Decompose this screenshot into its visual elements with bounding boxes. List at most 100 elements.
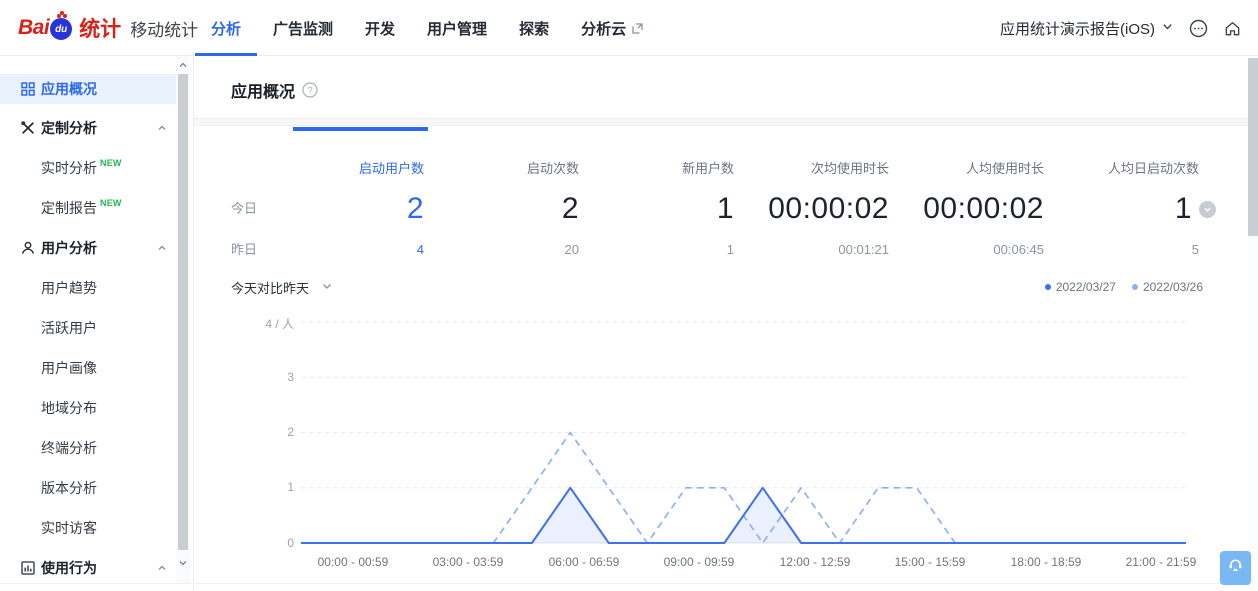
grid-icon	[20, 81, 36, 97]
nav-item-analysis[interactable]: 分析	[195, 0, 257, 56]
app-selector-dropdown[interactable]: 应用统计演示报告(iOS)	[1000, 18, 1174, 39]
sidebar: 应用概况 定制分析 实时分析 NEW 定制报告 NEW	[0, 56, 194, 591]
sidebar-menu: 应用概况 定制分析 实时分析 NEW 定制报告 NEW	[0, 56, 193, 588]
trend-chart-area: 4 / 人 3 2 1 0 00:00 - 00:59 03:00 - 03:5…	[194, 310, 1248, 591]
y-axis-tick: 2	[194, 425, 294, 439]
chevron-up-icon	[156, 242, 168, 254]
sidebar-group-usage-behavior[interactable]: 使用行为	[0, 548, 176, 588]
main-content: 应用概况 ? 今日 昨日 启动用户数 2 4 启动次数 2 20	[194, 56, 1248, 591]
x-axis-tick: 18:00 - 18:59	[988, 555, 1104, 569]
metric-yesterday-value: 00:06:45	[993, 242, 1066, 258]
baidu-du-icon: du	[50, 15, 76, 41]
row-label-yesterday: 昨日	[231, 242, 291, 258]
y-axis-tick: 3	[194, 370, 294, 384]
sidebar-group-custom-analysis[interactable]: 定制分析	[0, 108, 176, 148]
scroll-up-arrow-icon[interactable]	[176, 58, 190, 72]
metric-yesterday-value: 5	[1192, 242, 1221, 258]
chevron-up-icon	[156, 562, 168, 574]
page-title-row: 应用概况 ?	[231, 78, 318, 102]
metric-new-users[interactable]: 新用户数 1 1	[601, 152, 756, 258]
baidu-tongji-logo[interactable]: Bai du 统计 移动统计	[18, 0, 198, 56]
x-axis-tick: 00:00 - 00:59	[295, 555, 411, 569]
sidebar-item-app-overview[interactable]: 应用概况	[0, 74, 176, 104]
metric-avg-user-duration[interactable]: 人均使用时长 00:00:02 00:06:45	[911, 152, 1066, 258]
bottom-divider	[0, 583, 1258, 584]
compare-select-dropdown[interactable]: 今天对比昨天	[231, 278, 333, 297]
help-icon[interactable]: ?	[302, 82, 318, 98]
metric-yesterday-value: 00:01:21	[838, 242, 911, 258]
top-nav: 分析 广告监测 开发 用户管理 探索 分析云	[195, 0, 660, 56]
external-link-icon	[631, 22, 644, 35]
metric-today-value: 00:00:02	[923, 192, 1066, 226]
nav-item-user-mgmt[interactable]: 用户管理	[411, 0, 503, 56]
new-badge: NEW	[100, 198, 122, 208]
sidebar-item-realtime-analysis[interactable]: 实时分析 NEW	[0, 148, 176, 188]
page-title: 应用概况	[231, 78, 295, 102]
sidebar-group-user-analysis[interactable]: 用户分析	[0, 228, 176, 268]
active-metric-indicator	[293, 127, 428, 131]
sidebar-item-user-portrait[interactable]: 用户画像	[0, 348, 176, 388]
y-axis-tick: 4 / 人	[194, 315, 294, 332]
sidebar-item-realtime-visitors[interactable]: 实时访客	[0, 508, 176, 548]
nav-item-ad-monitor[interactable]: 广告监测	[257, 0, 349, 56]
trend-chart-plot	[301, 310, 1186, 550]
app-window: Bai du 统计 移动统计 分析 广告监测 开发 用户管理 探索	[0, 0, 1258, 591]
legend-dot-yesterday	[1132, 284, 1138, 290]
nav-item-develop[interactable]: 开发	[349, 0, 411, 56]
metric-yesterday-value: 20	[565, 242, 601, 258]
chevron-down-icon	[1161, 20, 1174, 37]
row-label-today: 今日	[231, 192, 291, 226]
legend-item-today[interactable]: 2022/03/27	[1045, 280, 1116, 294]
headset-icon	[1226, 556, 1245, 580]
scroll-down-arrow-icon[interactable]	[176, 556, 190, 570]
sidebar-item-custom-report[interactable]: 定制报告 NEW	[0, 188, 176, 228]
x-axis-tick: 03:00 - 03:59	[410, 555, 526, 569]
active-tab-underline	[195, 53, 257, 56]
metric-launch-count[interactable]: 启动次数 2 20	[446, 152, 601, 258]
sidebar-item-region-distribution[interactable]: 地域分布	[0, 388, 176, 428]
sidebar-item-active-users[interactable]: 活跃用户	[0, 308, 176, 348]
logo-bai-text: Bai	[18, 16, 49, 40]
metric-today-value: 2	[407, 192, 446, 226]
section-separator	[194, 118, 1248, 126]
svg-text:?: ?	[307, 85, 312, 96]
nav-item-explore[interactable]: 探索	[503, 0, 565, 56]
y-axis-tick: 0	[194, 536, 294, 550]
metric-today-value: 00:00:02	[768, 192, 911, 226]
metric-yesterday-value: 4	[417, 242, 446, 258]
sidebar-item-user-trend[interactable]: 用户趋势	[0, 268, 176, 308]
chevron-down-icon	[321, 280, 333, 295]
sidebar-item-terminal-analysis[interactable]: 终端分析	[0, 428, 176, 468]
chart-legend: 2022/03/27 2022/03/26	[1045, 280, 1203, 294]
metric-avg-daily-launches[interactable]: 人均日启动次数 1 5	[1066, 152, 1221, 258]
x-axis-tick: 12:00 - 12:59	[757, 555, 873, 569]
home-icon[interactable]	[1223, 19, 1242, 38]
metric-today-value: 1	[1175, 192, 1221, 226]
tools-icon	[20, 120, 36, 136]
legend-item-yesterday[interactable]: 2022/03/26	[1132, 280, 1203, 294]
x-axis-tick: 06:00 - 06:59	[526, 555, 642, 569]
metric-today-value: 2	[562, 192, 601, 226]
more-apps-icon[interactable]	[1189, 19, 1208, 38]
chevron-up-icon	[156, 122, 168, 134]
page-scrollbar	[1248, 57, 1258, 591]
new-badge: NEW	[100, 158, 122, 168]
metrics-row-headers: 今日 昨日	[231, 152, 291, 258]
customer-service-button[interactable]	[1220, 551, 1251, 585]
metric-avg-session-duration[interactable]: 次均使用时长 00:00:02 00:01:21	[756, 152, 911, 258]
header-right-controls: 应用统计演示报告(iOS)	[1000, 0, 1242, 56]
logo-product-text: 移动统计	[130, 16, 198, 41]
x-axis-tick: 15:00 - 15:59	[872, 555, 988, 569]
nav-item-analysis-cloud[interactable]: 分析云	[565, 0, 660, 56]
sidebar-item-version-analysis[interactable]: 版本分析	[0, 468, 176, 508]
page-scrollbar-thumb[interactable]	[1248, 58, 1258, 236]
metric-today-value: 1	[717, 192, 756, 226]
sidebar-scrollbar-thumb[interactable]	[178, 74, 188, 550]
logo-tongji-text: 统计	[79, 13, 121, 43]
metric-yesterday-value: 1	[727, 242, 756, 258]
x-axis-tick: 21:00 - 21:59	[1103, 555, 1219, 569]
y-axis-tick: 1	[194, 480, 294, 494]
sidebar-scrollbar	[176, 56, 190, 583]
metric-launch-users[interactable]: 启动用户数 2 4	[291, 152, 446, 258]
metric-expand-icon[interactable]	[1199, 201, 1216, 218]
